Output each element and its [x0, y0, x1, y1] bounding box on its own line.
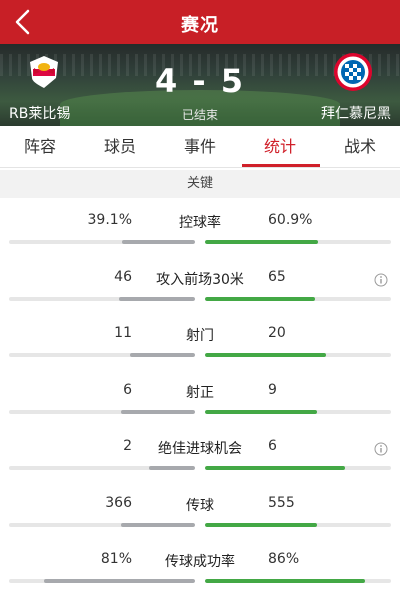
- away-stat-bar-fill: [205, 240, 319, 244]
- away-stat-bar-fill: [205, 409, 317, 414]
- away-stat-bar-fill: [205, 522, 317, 527]
- active-tab-indicator: [242, 164, 320, 167]
- home-stat-bar: [9, 466, 195, 470]
- home-stat-bar: [9, 353, 195, 357]
- home-stat-bar: [9, 579, 195, 583]
- page-title: 赛况: [181, 15, 219, 36]
- tab-lineup[interactable]: 阵容: [0, 126, 80, 168]
- home-stat-bar-fill: [129, 353, 195, 357]
- away-stat-bar-fill: [205, 466, 345, 470]
- home-stat-bar-fill: [120, 522, 195, 527]
- away-stat-value: 555: [268, 494, 295, 511]
- stat-row: 11 射门 20: [0, 325, 400, 381]
- home-stat-bar: [9, 296, 195, 301]
- away-stat-value: 20: [268, 325, 286, 341]
- stat-label: 传球成功率: [165, 554, 235, 570]
- tab-events[interactable]: 事件: [160, 126, 240, 168]
- away-stat-bar: [205, 579, 391, 583]
- home-stat-bar: [9, 240, 195, 244]
- stat-label: 控球率: [179, 215, 221, 231]
- away-stat-bar: [205, 466, 391, 470]
- section-header-key: 关键: [0, 170, 400, 198]
- stat-row: 366 传球 555: [0, 495, 400, 551]
- away-team-name: 拜仁慕尼黑: [321, 106, 391, 122]
- away-stat-bar-fill: [205, 353, 326, 357]
- away-stat-bar: [205, 409, 391, 414]
- away-stat-bar: [205, 353, 391, 357]
- home-stat-bar-fill: [44, 579, 195, 583]
- info-icon[interactable]: [374, 273, 388, 287]
- away-stat-bar-fill: [205, 296, 315, 301]
- stat-row: 6 射正 9: [0, 382, 400, 438]
- away-stat-value: 86%: [268, 551, 300, 567]
- home-stat-bar: [9, 522, 195, 527]
- stat-label: 绝佳进球机会: [158, 441, 242, 457]
- tab-bar: 阵容 球员 事件 统计 战术: [0, 126, 400, 168]
- away-stat-bar-fill: [205, 579, 365, 583]
- match-header: RB莱比锡 4 - 5 已结束 拜仁慕尼黑: [0, 44, 400, 126]
- tab-tactics[interactable]: 战术: [320, 126, 400, 168]
- top-bar: 赛况: [0, 0, 400, 44]
- stat-label: 射门: [186, 328, 214, 344]
- away-stat-bar: [205, 296, 391, 301]
- stat-row: 46 攻入前场30米 65: [0, 269, 400, 325]
- tab-stats[interactable]: 统计: [240, 126, 320, 168]
- away-stat-bar: [205, 522, 391, 527]
- away-stat-value: 65: [268, 268, 286, 285]
- home-stat-bar-fill: [118, 296, 195, 301]
- away-stat-value: 9: [268, 381, 277, 398]
- stat-label: 射正: [186, 384, 214, 401]
- stat-row: 2 绝佳进球机会 6: [0, 438, 400, 494]
- home-stat-bar-fill: [148, 466, 195, 470]
- home-stat-bar: [9, 409, 195, 414]
- away-stat-value: 60.9%: [268, 212, 313, 228]
- info-icon[interactable]: [374, 442, 388, 456]
- tab-players[interactable]: 球员: [80, 126, 160, 168]
- stat-label: 传球: [186, 497, 214, 514]
- match-score: 4 - 5: [154, 62, 246, 100]
- home-stat-bar-fill: [122, 240, 195, 244]
- stat-row: 81% 传球成功率 86%: [0, 551, 400, 600]
- away-stat-value: 6: [268, 438, 277, 454]
- stat-row: 39.1% 控球率 60.9%: [0, 212, 400, 268]
- stat-label: 攻入前场30米: [156, 271, 244, 288]
- home-stat-bar-fill: [120, 409, 195, 414]
- away-stat-bar: [205, 240, 391, 244]
